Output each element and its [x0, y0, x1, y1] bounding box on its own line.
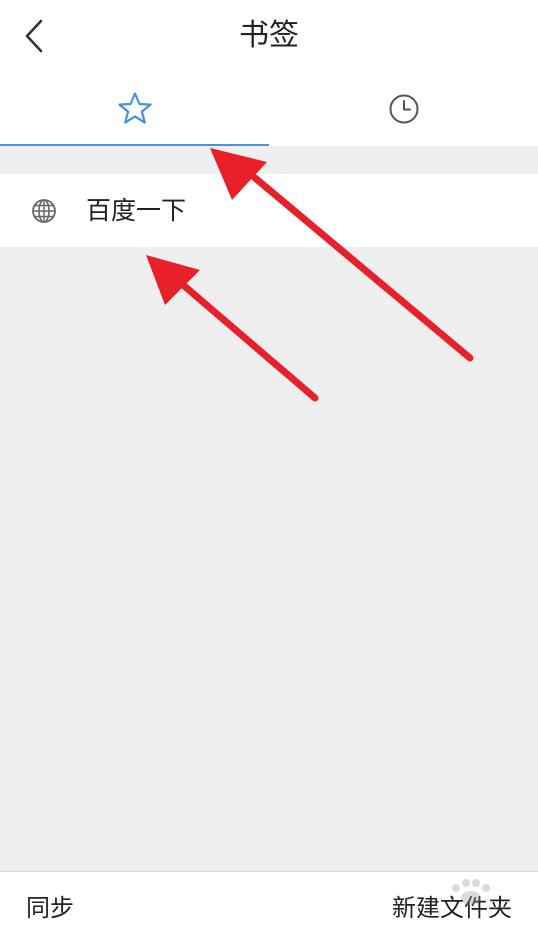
- tab-bar: [0, 72, 538, 146]
- globe-icon: [30, 198, 58, 224]
- tab-bookmarks[interactable]: [0, 72, 269, 146]
- header-bar: 书签: [0, 0, 538, 72]
- bookmark-item[interactable]: 百度一下: [0, 174, 538, 247]
- bookmarks-screen: 书签 百度一下 同步 新建文件夹: [0, 0, 538, 933]
- arrow-to-bookmark-item: [146, 255, 319, 402]
- chevron-left-icon: [25, 19, 43, 53]
- star-icon: [117, 92, 152, 124]
- sync-button[interactable]: 同步: [26, 872, 74, 933]
- active-tab-indicator: [0, 144, 269, 146]
- bottom-toolbar: 同步 新建文件夹: [0, 871, 538, 933]
- back-button[interactable]: [14, 14, 54, 58]
- bookmark-label: 百度一下: [86, 196, 187, 225]
- page-title: 书签: [239, 18, 299, 53]
- clock-icon: [389, 94, 418, 124]
- new-folder-button[interactable]: 新建文件夹: [392, 872, 512, 933]
- tab-history[interactable]: [269, 72, 538, 146]
